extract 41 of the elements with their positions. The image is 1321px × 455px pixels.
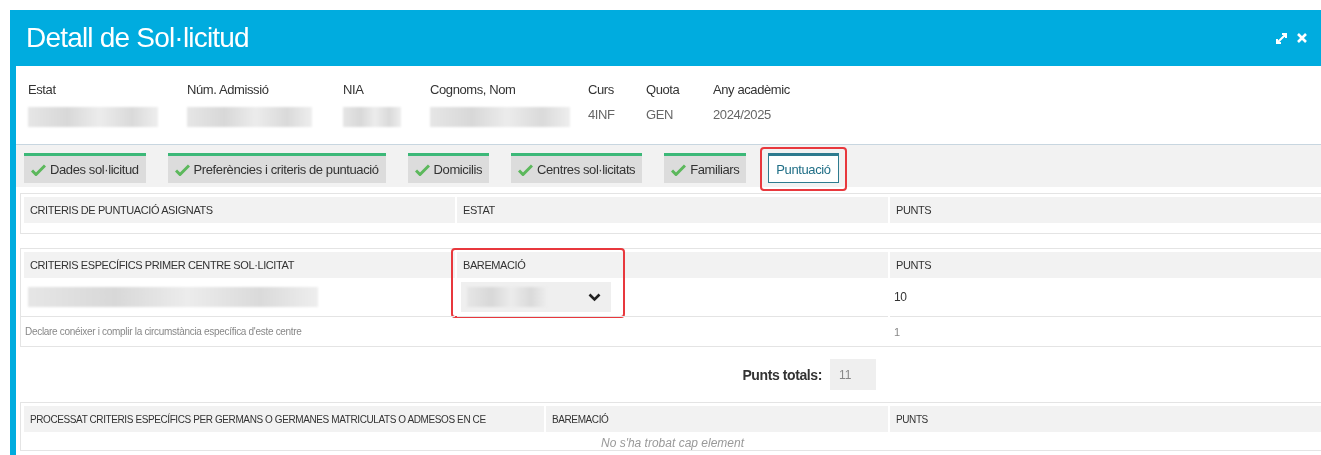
window-title: Detall de Sol·licitud bbox=[26, 22, 249, 54]
field-value: 4INF bbox=[588, 107, 616, 122]
field-value: 2024/2025 bbox=[713, 107, 772, 122]
tab[interactable]: Preferències i criteris de puntuació bbox=[167, 153, 386, 183]
field-label: Cognoms, Nom bbox=[430, 82, 517, 97]
check-icon bbox=[671, 163, 687, 176]
blurred-value bbox=[343, 107, 401, 127]
totals-value: 11 bbox=[830, 359, 876, 390]
column-header: BAREMACIÓ bbox=[457, 252, 888, 278]
tab[interactable]: Dades sol·licitud bbox=[24, 153, 146, 183]
tab[interactable]: Centres sol·licitats bbox=[511, 153, 643, 183]
check-icon bbox=[518, 163, 533, 176]
column-header: PUNTS bbox=[890, 197, 1321, 223]
column-header: CRITERIS ESPECÍFICS PRIMER CENTRE SOL·LICITAT bbox=[24, 252, 455, 278]
close-icon[interactable] bbox=[1297, 33, 1307, 43]
field-label: Estat bbox=[28, 82, 57, 97]
tab[interactable]: Familiars bbox=[664, 153, 747, 183]
field-label: Any acadèmic bbox=[713, 82, 791, 97]
column-header: PUNTS bbox=[890, 406, 1321, 432]
empty-message: No s'ha trobat cap element bbox=[600, 436, 744, 450]
expand-icon[interactable] bbox=[1276, 32, 1287, 44]
field-label: Quota bbox=[646, 82, 681, 97]
field-label: Núm. Admissió bbox=[187, 82, 270, 97]
field-value: GEN bbox=[646, 107, 674, 122]
field-label: NIA bbox=[343, 82, 365, 97]
table-cell: Declare conéixer i complir la circumstància específica d'este centre bbox=[21, 316, 455, 346]
column-header: PUNTS bbox=[890, 252, 1321, 278]
table-cell-text: 10 bbox=[893, 289, 908, 306]
column-header: BAREMACIÓ bbox=[546, 406, 888, 432]
tab[interactable]: Puntuació bbox=[768, 153, 839, 183]
totals-label: Punts totals: bbox=[742, 366, 822, 383]
chevron-down-icon bbox=[588, 292, 601, 302]
column-header: PROCESSAT CRITERIS ESPECÍFICS PER GERMANS O GERMANES MATRICULATS O ADMESOS EN CE bbox=[24, 406, 544, 432]
check-icon bbox=[414, 163, 430, 176]
column-header: ESTAT bbox=[457, 197, 888, 223]
field-label: Curs bbox=[588, 82, 615, 97]
tab[interactable]: Domicilis bbox=[407, 153, 489, 183]
check-icon bbox=[174, 163, 190, 176]
check-icon bbox=[31, 163, 46, 176]
table-cell: 1 bbox=[890, 316, 1321, 346]
column-header: CRITERIS DE PUNTUACIÓ ASIGNATS bbox=[24, 197, 455, 223]
